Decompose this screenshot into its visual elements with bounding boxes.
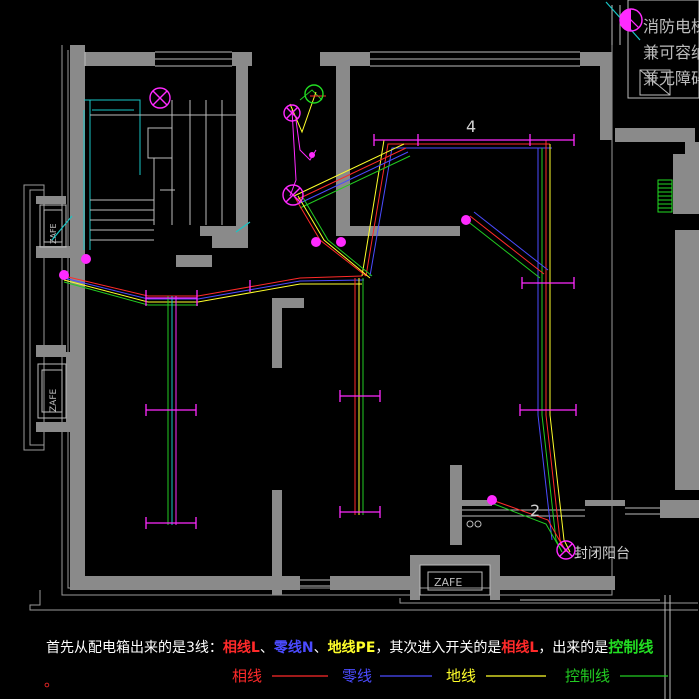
caption-phase: 相线L <box>222 640 260 656</box>
balcony-label: 封闭阳台 <box>574 546 630 562</box>
switch-icon <box>59 270 69 280</box>
caption-end: 。 <box>44 672 60 690</box>
caption-switch-phase: 相线L <box>501 640 539 656</box>
switch-icon <box>461 215 471 225</box>
legend-label-neutral: 零线 <box>342 667 372 685</box>
switch-icon <box>81 254 91 264</box>
caption-prefix: 首先从配电箱出来的是3线： <box>46 640 223 656</box>
floor-plan-wiring-diagram: 消防电梯 兼可容纳 兼无障碍 ZAFE ZAFE ZAFE <box>23 0 699 699</box>
electrical-box-bottom: ZAFE <box>419 564 491 596</box>
caption-ground: 地线PE <box>327 640 376 656</box>
switch-icon <box>487 495 497 505</box>
switch-icon <box>336 237 346 247</box>
explanation-caption: 首先从配电箱出来的是3线：相线L、零线N、地线PE，其次进入开关的是相线L，出来… <box>46 636 653 657</box>
legend-label-ground: 地线 <box>446 667 476 685</box>
legend: 相线 零线 地线 控制线 <box>232 667 668 685</box>
route-label-4: 4 <box>466 117 476 136</box>
electrical-box-upper: ZAFE <box>39 204 67 248</box>
lamp-icon <box>149 87 171 109</box>
wiring-brackets <box>145 134 577 529</box>
caption-sep1: 、 <box>259 640 274 656</box>
distribution-hatch <box>657 179 673 213</box>
switch-icon <box>309 152 315 158</box>
fire-elevator-label-3: 兼无障碍 <box>643 69 699 88</box>
socket-symbol <box>466 520 482 528</box>
electrical-box-lower-label: ZAFE <box>49 389 59 412</box>
caption-sep2: 、 <box>313 640 328 656</box>
fire-elevator-label-1: 消防电梯 <box>643 17 699 36</box>
walls <box>36 45 699 600</box>
fire-elevator-label-2: 兼可容纳 <box>643 43 699 62</box>
caption-mid: ，其次进入开关的是 <box>375 640 502 656</box>
caption-mid2: ，出来的是 <box>538 640 609 656</box>
legend-label-phase: 相线 <box>232 667 262 685</box>
electrical-box-lower: ZAFE <box>37 363 67 419</box>
switch-icon <box>311 237 321 247</box>
legend-label-control: 控制线 <box>565 667 610 685</box>
caption-neutral: 零线N <box>273 640 314 656</box>
route-label-2: 2 <box>530 501 540 520</box>
building-outline <box>23 45 698 611</box>
caption-control: 控制线 <box>608 638 654 656</box>
electrical-box-bottom-label: ZAFE <box>434 576 462 589</box>
